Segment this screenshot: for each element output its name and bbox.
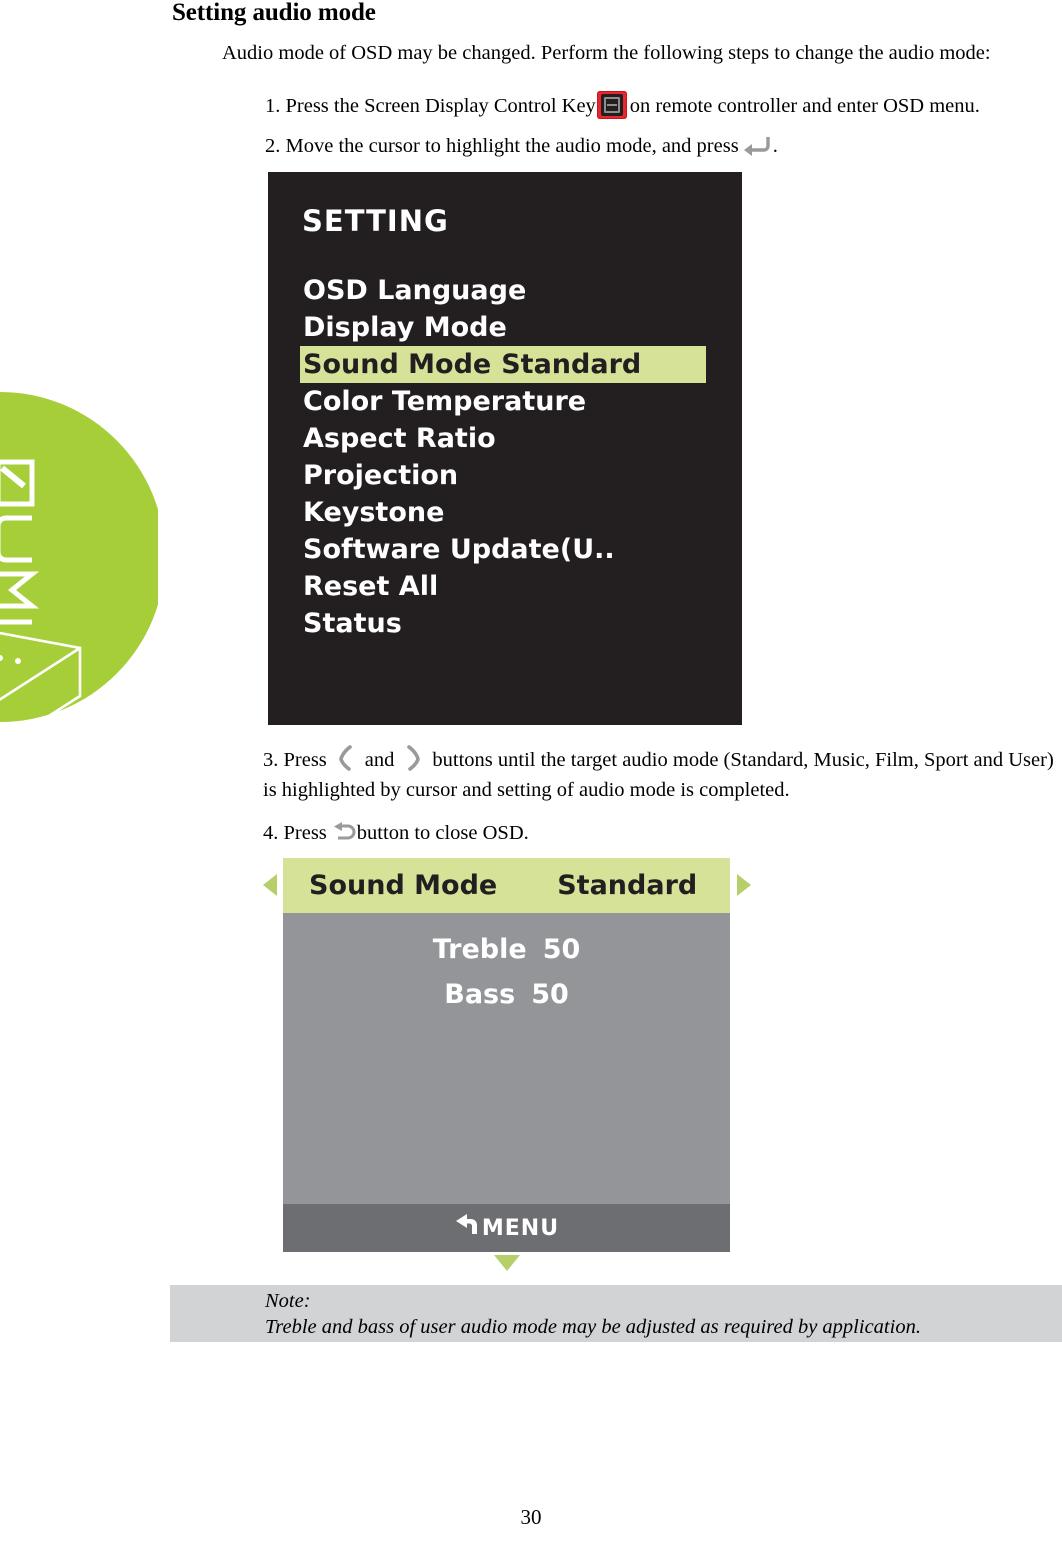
osd-item-label: Aspect Ratio	[303, 423, 496, 454]
osd-menu-list: OSD Language Display Mode Sound Mode Stan…	[300, 272, 710, 642]
osd-item-label: Status	[303, 608, 402, 639]
osd-item-label: OSD Language	[303, 275, 527, 306]
osd-item-projection: Projection	[300, 457, 710, 494]
page-number: 30	[520, 1505, 542, 1529]
osd-item-software-update: Software Update(U..	[300, 531, 710, 568]
menu-back-arrow-icon	[454, 1213, 480, 1243]
step-3-text-before: 3. Press	[263, 749, 327, 771]
osd-row-label: Treble	[432, 934, 527, 965]
note-box: Note: Treble and bass of user audio mode…	[170, 1285, 1062, 1342]
qumi-brand-graphic	[0, 392, 158, 722]
osd-item-label: Color Temperature	[303, 386, 587, 417]
osd-item-sound-mode: Sound Mode Standard	[300, 346, 706, 383]
osd-item-label: Keystone	[303, 497, 445, 528]
step-4-text-before: 4. Press	[263, 822, 327, 844]
step-4-text-after: button to close OSD.	[356, 822, 529, 844]
step-3: 3. Press and buttons until the target audi…	[263, 745, 1062, 805]
osd-row-bass: Bass 50	[283, 972, 730, 1017]
step-2-text-before: 2. Move the cursor to highlight the audi…	[265, 135, 739, 157]
osd-item-color-temperature: Color Temperature	[300, 383, 710, 420]
osd-item-label: Projection	[303, 460, 459, 491]
note-body: Treble and bass of user audio mode may b…	[265, 1316, 921, 1338]
osd-item-display-mode: Display Mode	[300, 309, 710, 346]
step-4: 4. Press button to close OSD.	[263, 818, 529, 848]
osd-item-reset-all: Reset All	[300, 568, 710, 605]
step-1-text-before: 1. Press the Screen Display Control Key	[265, 95, 596, 117]
osd-row-value: 50	[542, 934, 581, 965]
osd-item-keystone: Keystone	[300, 494, 710, 531]
page-title: Setting audio mode	[172, 0, 376, 26]
osd-item-value: Standard	[501, 349, 642, 380]
osd-sound-mode-image: Sound Mode Standard Treble 50 Bass 50 MENU	[283, 858, 730, 1252]
step-3-text-middle: and	[364, 749, 395, 771]
osd-item-status: Status	[300, 605, 710, 642]
osd-row-treble: Treble 50	[283, 927, 730, 972]
step-2-text-after: .	[772, 135, 778, 157]
osd-item-osd-language: OSD Language	[300, 272, 710, 309]
step-1-text-after: on remote controller and enter OSD menu.	[629, 95, 980, 117]
note-content: Note: Treble and bass of user audio mode…	[265, 1288, 921, 1340]
osd-sound-mode-rows: Treble 50 Bass 50	[283, 913, 730, 1017]
osd-item-label: Display Mode	[303, 312, 507, 343]
osd-right-arrow-icon	[737, 874, 751, 896]
chevron-right-icon	[402, 745, 424, 772]
enter-arrow-icon	[741, 135, 771, 157]
osd-row-value: 50	[531, 979, 569, 1010]
chevron-left-icon	[335, 745, 357, 772]
osd-down-arrow-icon	[494, 1255, 520, 1271]
osd-sound-mode-label: Sound Mode	[309, 870, 498, 901]
intro-paragraph: Audio mode of OSD may be changed. Perfor…	[222, 42, 991, 64]
osd-row-label: Bass	[444, 979, 516, 1010]
osd-menu-footer: MENU	[283, 1204, 730, 1252]
osd-item-label: Sound Mode	[303, 349, 492, 380]
back-arrow-icon	[330, 821, 356, 843]
osd-setting-menu-image: SETTING OSD Language Display Mode Sound …	[268, 172, 742, 725]
step-1: 1. Press the Screen Display Control Key o…	[265, 91, 980, 121]
osd-menu-footer-label: MENU	[481, 1215, 560, 1241]
osd-sound-mode-value: Standard	[557, 870, 698, 901]
osd-item-label: Software Update(U..	[303, 534, 615, 565]
osd-item-aspect-ratio: Aspect Ratio	[300, 420, 710, 457]
osd-sound-mode-header: Sound Mode Standard	[283, 858, 730, 913]
screen-display-control-key-icon	[596, 91, 627, 120]
osd-menu-title: SETTING	[302, 204, 449, 238]
step-2: 2. Move the cursor to highlight the audi…	[265, 131, 778, 161]
osd-item-label: Reset All	[303, 571, 439, 602]
osd-left-arrow-icon	[263, 874, 277, 896]
note-heading: Note:	[265, 1290, 311, 1312]
